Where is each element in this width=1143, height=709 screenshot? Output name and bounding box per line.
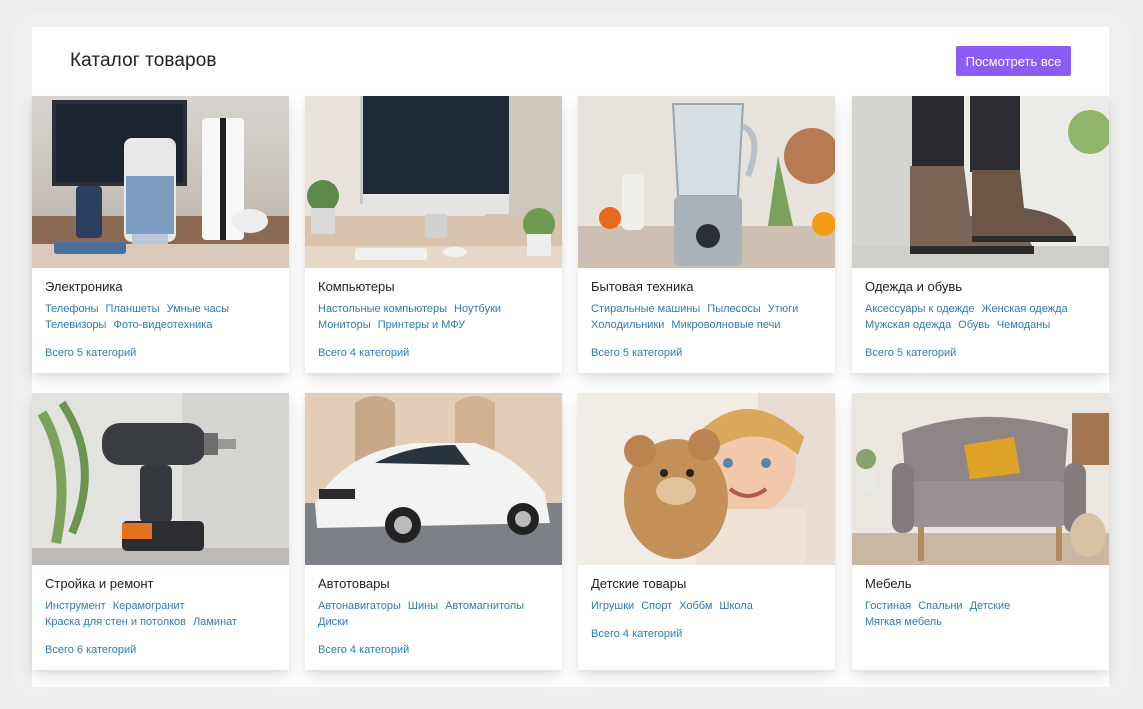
category-card[interactable]: Мебель Гостиная Спальни Детские Мягкая меб… <box>852 393 1109 670</box>
subcategory-link[interactable]: Ламинат <box>193 616 237 628</box>
subcategory-links: Игрушки Спорт Хоббм Школа <box>591 598 827 614</box>
total-categories-link[interactable]: Всего 5 категорий <box>865 347 956 359</box>
subcategory-link[interactable]: Обувь <box>958 319 990 331</box>
category-title[interactable]: Стройка и ремонт <box>45 576 154 591</box>
computer-photo[interactable] <box>305 96 562 268</box>
armchair-photo[interactable] <box>852 393 1109 565</box>
subcategory-link[interactable]: Автомагнитолы <box>445 600 524 612</box>
total-categories-link[interactable]: Всего 5 категорий <box>45 347 136 359</box>
category-card[interactable]: Автотовары Автонавигаторы Шины Автомагнито… <box>305 393 562 670</box>
subcategory-link[interactable]: Мягкая мебель <box>865 616 942 628</box>
subcategory-link[interactable]: Спальни <box>918 600 962 612</box>
subcategory-link[interactable]: Керамогранит <box>113 600 185 612</box>
category-title[interactable]: Автотовары <box>318 576 390 591</box>
car-photo[interactable] <box>305 393 562 565</box>
subcategory-link[interactable]: Диски <box>318 616 348 628</box>
subcategory-link[interactable]: Детские <box>970 600 1011 612</box>
category-card[interactable]: Электроника Телефоны Планшеты Умные часы Т… <box>32 96 289 373</box>
category-card[interactable]: Компьютеры Настольные компьютеры Ноутбуки… <box>305 96 562 373</box>
subcategory-link[interactable]: Телевизоры <box>45 319 106 331</box>
page-title: Каталог товаров <box>70 50 217 71</box>
total-categories-link[interactable]: Всего 4 категорий <box>318 347 409 359</box>
subcategory-link[interactable]: Мужская одежда <box>865 319 951 331</box>
subcategory-link[interactable]: Холодильники <box>591 319 664 331</box>
subcategory-links: Настольные компьютеры Ноутбуки Мониторы Пр… <box>318 301 554 333</box>
subcategory-links: Телефоны Планшеты Умные часы Телевизоры Фот… <box>45 301 281 333</box>
subcategory-link[interactable]: Утюги <box>768 303 798 315</box>
subcategory-link[interactable]: Ноутбуки <box>454 303 501 315</box>
total-categories-link[interactable]: Всего 5 категорий <box>591 347 682 359</box>
view-all-button[interactable]: Посмотреть все <box>956 46 1071 76</box>
blender-photo[interactable] <box>578 96 835 268</box>
child-teddy-photo[interactable] <box>578 393 835 565</box>
subcategory-link[interactable]: Фото-видеотехника <box>113 319 212 331</box>
subcategory-links: Гостиная Спальни Детские Мягкая мебель <box>865 598 1101 630</box>
subcategory-link[interactable]: Шины <box>408 600 438 612</box>
subcategory-link[interactable]: Школа <box>719 600 752 612</box>
subcategory-links: Стиральные машины Пылесосы Утюги Холодильн… <box>591 301 827 333</box>
category-title[interactable]: Мебель <box>865 576 912 591</box>
subcategory-links: Аксессуары к одежде Женская одежда Мужска… <box>865 301 1101 333</box>
subcategory-link[interactable]: Пылесосы <box>707 303 761 315</box>
subcategory-link[interactable]: Хоббм <box>679 600 712 612</box>
subcategory-link[interactable]: Спорт <box>641 600 672 612</box>
subcategory-link[interactable]: Микроволновые печи <box>671 319 780 331</box>
category-title[interactable]: Детские товары <box>591 576 686 591</box>
subcategory-link[interactable]: Женская одежда <box>982 303 1068 315</box>
total-categories-link[interactable]: Всего 4 категорий <box>591 628 682 640</box>
subcategory-link[interactable]: Стиральные машины <box>591 303 700 315</box>
subcategory-link[interactable]: Аксессуары к одежде <box>865 303 975 315</box>
subcategory-link[interactable]: Игрушки <box>591 600 634 612</box>
subcategory-link[interactable]: Телефоны <box>45 303 99 315</box>
subcategory-link[interactable]: Гостиная <box>865 600 911 612</box>
subcategory-link[interactable]: Мониторы <box>318 319 371 331</box>
category-card[interactable]: Стройка и ремонт Инструмент Керамогранит … <box>32 393 289 670</box>
subcategory-link[interactable]: Настольные компьютеры <box>318 303 447 315</box>
boots-photo[interactable] <box>852 96 1109 268</box>
category-title[interactable]: Бытовая техника <box>591 279 693 294</box>
subcategory-link[interactable]: Принтеры и МФУ <box>378 319 465 331</box>
category-title[interactable]: Компьютеры <box>318 279 395 294</box>
category-card[interactable]: Одежда и обувь Аксессуары к одежде Женска… <box>852 96 1109 373</box>
subcategory-link[interactable]: Планшеты <box>106 303 160 315</box>
subcategory-links: Автонавигаторы Шины Автомагнитолы Диски <box>318 598 554 630</box>
category-card[interactable]: Бытовая техника Стиральные машины Пылесос… <box>578 96 835 373</box>
electronics-photo[interactable] <box>32 96 289 268</box>
total-categories-link[interactable]: Всего 6 категорий <box>45 644 136 656</box>
subcategory-link[interactable]: Инструмент <box>45 600 106 612</box>
category-card[interactable]: Детские товары Игрушки Спорт Хоббм Школа Вс… <box>578 393 835 670</box>
drill-photo[interactable] <box>32 393 289 565</box>
subcategory-links: Инструмент Керамогранит Краска для стен и… <box>45 598 281 630</box>
category-title[interactable]: Электроника <box>45 279 123 294</box>
total-categories-link[interactable]: Всего 4 категорий <box>318 644 409 656</box>
subcategory-link[interactable]: Чемоданы <box>997 319 1050 331</box>
subcategory-link[interactable]: Умные часы <box>167 303 229 315</box>
subcategory-link[interactable]: Автонавигаторы <box>318 600 401 612</box>
subcategory-link[interactable]: Краска для стен и потолков <box>45 616 186 628</box>
category-title[interactable]: Одежда и обувь <box>865 279 962 294</box>
